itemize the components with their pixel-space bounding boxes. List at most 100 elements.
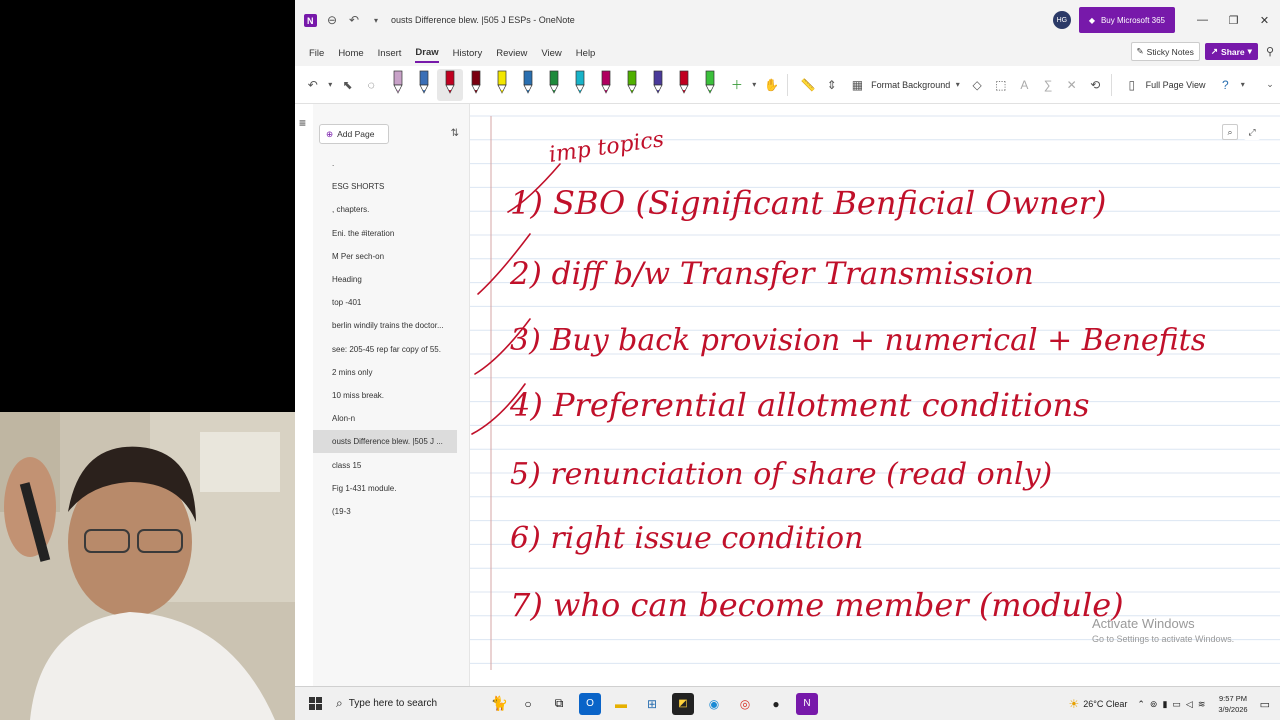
pen-icon[interactable]: [593, 69, 619, 101]
mic-icon[interactable]: ▮: [1162, 699, 1167, 710]
add-pen-icon[interactable]: ＋: [727, 74, 747, 96]
help-icon[interactable]: ?: [1216, 74, 1236, 96]
pen-gallery: [385, 68, 723, 101]
page-list-item[interactable]: .: [313, 152, 470, 175]
page-list-item[interactable]: 10 miss break.: [313, 384, 470, 407]
pen-icon[interactable]: [697, 69, 723, 101]
share-button[interactable]: ↗ Share ▾: [1204, 43, 1258, 60]
insert-space-icon[interactable]: ⇕: [822, 74, 842, 96]
page-list-item[interactable]: top -401: [313, 291, 470, 314]
chevron-down-icon[interactable]: ▾: [954, 74, 961, 96]
page-list-item[interactable]: ESG SHORTS: [313, 175, 470, 198]
recorder-icon[interactable]: ●: [765, 693, 787, 715]
clock[interactable]: 9:57 PM 3/9/2026: [1218, 693, 1247, 715]
file-explorer-icon[interactable]: ▬: [610, 693, 632, 715]
sticky-notes-button[interactable]: ✎ Sticky Notes: [1130, 42, 1200, 61]
page-list-item[interactable]: M Per sech-on: [313, 245, 470, 268]
windows-start-icon[interactable]: [304, 693, 326, 715]
page-list-item[interactable]: Alon-n: [313, 407, 470, 430]
search-icon[interactable]: ⌕: [1222, 124, 1238, 140]
restore-button[interactable]: ❐: [1218, 14, 1249, 27]
ink-to-math-icon[interactable]: ∑: [1038, 74, 1058, 96]
customize-qat-icon[interactable]: ▾: [369, 13, 383, 27]
user-avatar[interactable]: HG: [1052, 11, 1071, 29]
menu-insert[interactable]: Insert: [378, 45, 402, 62]
back-icon[interactable]: ⊖: [325, 13, 339, 27]
touch-draw-icon[interactable]: ✋: [762, 74, 782, 96]
page-list-item[interactable]: Eni. the #iteration: [313, 222, 470, 245]
undo-icon[interactable]: ↶: [347, 13, 361, 27]
pen-icon[interactable]: [567, 69, 593, 101]
pen-icon[interactable]: [437, 68, 464, 101]
full-page-view-button[interactable]: Full Page View: [1146, 80, 1206, 90]
expand-icon[interactable]: ⤢: [1244, 124, 1260, 140]
collapse-ribbon-icon[interactable]: ⌄: [1260, 74, 1280, 96]
task-view-icon[interactable]: ⧉: [548, 693, 570, 715]
menu-review[interactable]: Review: [496, 45, 527, 62]
page-list-item[interactable]: Fig 1-431 module.: [313, 477, 470, 500]
add-page-button[interactable]: ⊕ Add Page: [319, 124, 389, 144]
chevron-up-icon[interactable]: ⌃: [1137, 699, 1145, 710]
menu-draw[interactable]: Draw: [415, 44, 439, 63]
battery-icon[interactable]: ▭: [1172, 699, 1181, 710]
pen-icon[interactable]: [645, 69, 671, 101]
notification-icon[interactable]: ▭: [1260, 698, 1270, 711]
close-button[interactable]: ✕: [1249, 14, 1280, 27]
pen-icon[interactable]: [619, 69, 645, 101]
pen-icon[interactable]: [385, 69, 411, 101]
full-page-view-icon[interactable]: ▯: [1122, 74, 1142, 96]
outlook-icon[interactable]: O: [579, 692, 601, 715]
page-list-item[interactable]: 2 mins only: [313, 361, 470, 384]
chevron-down-icon[interactable]: ▾: [751, 74, 758, 96]
lasso-icon[interactable]: ◌: [361, 74, 381, 96]
chevron-down-icon[interactable]: ▾: [1239, 74, 1246, 96]
cortana-icon[interactable]: ○: [517, 693, 539, 715]
store-icon[interactable]: ⊞: [641, 693, 663, 715]
minimize-button[interactable]: —: [1187, 14, 1218, 26]
weather-text[interactable]: 26°C Clear: [1083, 699, 1127, 709]
ink-to-text-icon[interactable]: A: [1015, 74, 1035, 96]
menu-home[interactable]: Home: [338, 45, 363, 62]
chevron-down-icon[interactable]: ▾: [327, 74, 334, 96]
onenote-taskbar-icon[interactable]: N: [796, 692, 818, 715]
pin-icon[interactable]: ⚲: [1266, 45, 1274, 58]
page-list-item[interactable]: ousts Difference blew. |505 J ...: [313, 430, 457, 454]
pen-icon[interactable]: [515, 69, 541, 101]
weather-icon: ☀: [1068, 697, 1080, 711]
ink-replay-icon[interactable]: ✕: [1062, 74, 1082, 96]
ruler-icon[interactable]: 📏: [798, 74, 818, 96]
pen-icon[interactable]: [489, 69, 515, 101]
pen-icon[interactable]: [411, 69, 437, 101]
wifi-icon[interactable]: ≋: [1198, 699, 1206, 710]
undo-ribbon-icon[interactable]: ↶: [303, 74, 323, 96]
edge-icon[interactable]: ◉: [703, 693, 725, 715]
format-background-icon[interactable]: ▦: [848, 74, 868, 96]
pen-icon[interactable]: [541, 69, 567, 101]
page-list-item[interactable]: berlin windily trains the doctor...: [313, 314, 470, 337]
pen-icon[interactable]: [463, 69, 489, 101]
menu-help[interactable]: Help: [576, 45, 596, 62]
page-list-item[interactable]: Heading: [313, 268, 470, 291]
app-icon[interactable]: ◩: [672, 692, 694, 715]
replay-icon[interactable]: ⟲: [1085, 74, 1105, 96]
page-list-item[interactable]: class 15: [313, 453, 470, 476]
format-background-button[interactable]: Format Background: [871, 80, 950, 90]
taskbar-search[interactable]: ⌕ Type here to search 🐈: [336, 687, 508, 720]
shapes-icon[interactable]: ◇: [967, 74, 987, 96]
page-list-item[interactable]: , chapters.: [313, 198, 470, 221]
page-list-item[interactable]: (19-3: [313, 500, 470, 523]
hamburger-icon[interactable]: ≡: [299, 116, 306, 130]
volume-icon[interactable]: ◁: [1186, 699, 1193, 710]
menu-history[interactable]: History: [453, 45, 483, 62]
page-list-item[interactable]: see: 205-45 rep far copy of 55.: [313, 338, 470, 361]
pen-icon[interactable]: [671, 69, 697, 101]
ink-to-shape-icon[interactable]: ⬚: [991, 74, 1011, 96]
sort-icon[interactable]: ⇅: [451, 128, 459, 139]
note-canvas[interactable]: imp topics 1) SBO (Significant Benficial …: [470, 104, 1280, 686]
select-cursor-icon[interactable]: ⬉: [338, 74, 358, 96]
menu-view[interactable]: View: [541, 45, 561, 62]
network-icon[interactable]: ⊚: [1150, 699, 1158, 710]
chrome-icon[interactable]: ◎: [734, 693, 756, 715]
menu-file[interactable]: File: [309, 45, 324, 62]
buy-microsoft-365-button[interactable]: ◆ Buy Microsoft 365: [1078, 7, 1175, 33]
